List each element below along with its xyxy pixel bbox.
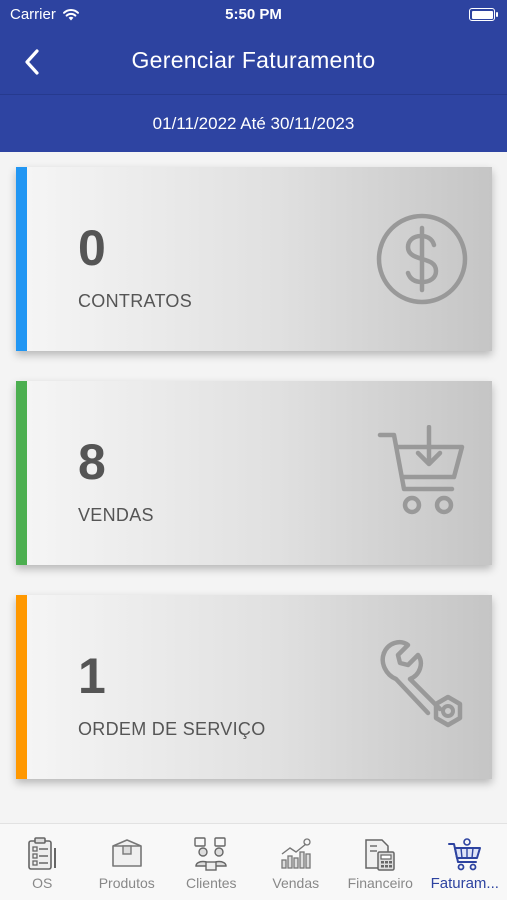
card-accent-stripe	[16, 167, 27, 351]
screen: Carrier 5:50 PM Gerenciar Faturamento 01…	[0, 0, 507, 900]
card-value: 8	[78, 434, 106, 490]
tab-label: Financeiro	[347, 875, 413, 891]
card-vendas[interactable]: 8 VENDAS	[16, 381, 492, 565]
calculator-icon	[365, 839, 395, 871]
tab-bar: OS Produtos Clientes Vendas Financeiro F…	[0, 823, 507, 900]
card-contratos[interactable]: 0 CONTRATOS	[16, 167, 492, 351]
card-label: VENDAS	[78, 505, 154, 525]
nav-header: Gerenciar Faturamento	[0, 30, 507, 94]
status-time: 5:50 PM	[225, 6, 282, 23]
tab-financeiro[interactable]: Financeiro	[338, 824, 423, 900]
tab-label: Faturam...	[430, 875, 499, 892]
sales-chart-icon	[281, 838, 311, 869]
card-label: CONTRATOS	[78, 291, 193, 311]
battery-icon	[469, 8, 498, 21]
wrench-icon	[380, 640, 463, 728]
card-value: 0	[78, 220, 106, 276]
card-accent-stripe	[16, 381, 27, 565]
tab-faturamento[interactable]: Faturam...	[423, 824, 507, 900]
clients-icon	[194, 837, 227, 871]
card-value: 1	[78, 648, 106, 704]
tab-label: Clientes	[185, 875, 237, 891]
tab-label: Vendas	[272, 875, 320, 891]
status-bar: Carrier 5:50 PM	[0, 0, 507, 30]
tab-label: Produtos	[98, 875, 155, 891]
tab-label: OS	[32, 875, 53, 891]
card-label: ORDEM DE SERVIÇO	[78, 719, 266, 739]
cart-download-icon	[377, 425, 465, 515]
card-accent-stripe	[16, 595, 27, 779]
box-icon	[111, 839, 142, 867]
date-range[interactable]: 01/11/2022 Até 30/11/2023	[0, 94, 507, 152]
clipboard-icon	[28, 837, 57, 870]
cart-icon	[447, 838, 481, 871]
tab-clientes[interactable]: Clientes	[169, 824, 254, 900]
tab-produtos[interactable]: Produtos	[85, 824, 170, 900]
tab-vendas[interactable]: Vendas	[254, 824, 339, 900]
tab-os[interactable]: OS	[0, 824, 85, 900]
card-ordem-servico[interactable]: 1 ORDEM DE SERVIÇO	[16, 595, 492, 779]
dollar-circle-icon	[376, 213, 468, 305]
page-title: Gerenciar Faturamento	[131, 47, 376, 73]
